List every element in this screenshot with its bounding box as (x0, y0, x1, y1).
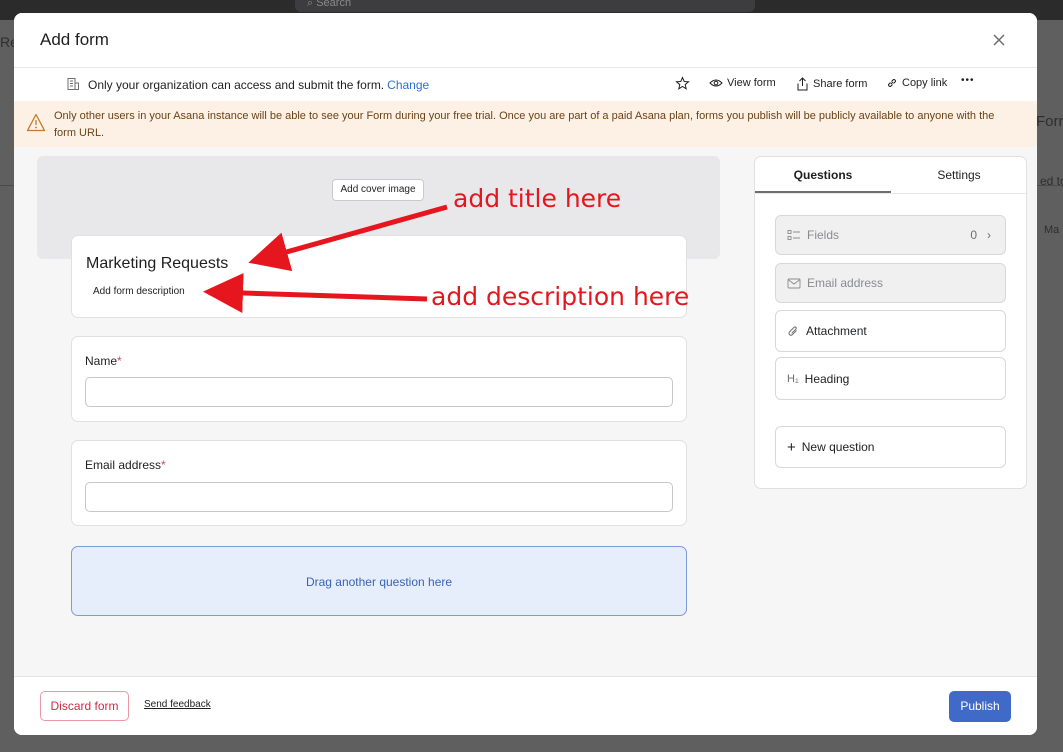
share-form-label: Share form (813, 78, 868, 90)
question-card-name[interactable]: Name* (71, 336, 687, 422)
question-label: Name* (85, 354, 122, 368)
fields-item[interactable]: Fields 0 › (775, 215, 1006, 255)
modal-header: Add form (14, 13, 1037, 67)
annotation-title-note: add title here (453, 184, 622, 213)
warning-text: Only other users in your Asana instance … (54, 110, 995, 139)
copy-link-button[interactable]: Copy link (886, 77, 947, 89)
background-divider (0, 185, 14, 186)
paperclip-icon (788, 325, 797, 336)
question-label-text: Email address (85, 458, 162, 472)
fields-label: Fields (807, 228, 840, 242)
close-button[interactable] (987, 28, 1011, 52)
email-address-label: Email address (807, 276, 884, 290)
email-answer-field[interactable] (85, 482, 673, 512)
envelope-icon (787, 278, 801, 288)
required-mark: * (161, 458, 166, 472)
view-form-button[interactable]: View form (709, 77, 776, 89)
question-card-email[interactable]: Email address* (71, 440, 687, 526)
chevron-right-icon: › (987, 228, 991, 242)
add-form-modal: Add form Only your organization can acce… (14, 13, 1037, 735)
share-icon (797, 77, 808, 91)
link-icon (888, 79, 896, 87)
trial-warning-banner: Only other users in your Asana instance … (14, 101, 1037, 147)
view-form-label: View form (727, 77, 776, 89)
required-mark: * (117, 354, 122, 368)
attachment-label: Attachment (806, 324, 867, 338)
form-description-input[interactable]: Add form description (93, 286, 185, 297)
share-form-button[interactable]: Share form (796, 77, 867, 91)
new-question-button[interactable]: + New question (775, 426, 1006, 468)
question-label: Email address* (85, 458, 166, 472)
close-icon (993, 34, 1005, 46)
background-divider (1037, 185, 1063, 186)
background-search-placeholder: Search (316, 0, 352, 9)
new-question-label: New question (801, 440, 875, 454)
background-search-bar: ⌕ Search (295, 0, 755, 12)
star-icon (675, 76, 690, 90)
email-address-item[interactable]: Email address (775, 263, 1006, 303)
building-icon (67, 78, 79, 90)
dropzone-label: Drag another question here (305, 575, 453, 589)
heading-item[interactable]: H₁ Heading (775, 357, 1006, 400)
question-label-text: Name (85, 354, 118, 368)
add-cover-image-button[interactable]: Add cover image (332, 179, 424, 201)
plus-icon: + (787, 438, 796, 456)
tab-divider (755, 193, 1026, 194)
heading-icon: H₁ (787, 372, 799, 385)
favorite-button[interactable] (675, 76, 690, 91)
change-access-link[interactable]: Change (387, 78, 429, 92)
modal-footer: Discard form Send feedback Publish (14, 676, 1037, 735)
modal-title: Add form (40, 30, 109, 49)
heading-label: Heading (804, 371, 850, 386)
access-description: Only your organization can access and su… (88, 78, 429, 92)
fields-count: 0 › (970, 228, 991, 242)
fields-count-value: 0 (970, 228, 977, 242)
annotation-description-note: add description here (431, 282, 690, 311)
tab-settings[interactable]: Settings (891, 157, 1027, 193)
list-icon (787, 230, 800, 240)
more-options-button[interactable]: ••• (961, 75, 975, 86)
eye-icon (709, 79, 723, 87)
publish-button[interactable]: Publish (949, 691, 1011, 722)
tab-questions[interactable]: Questions (755, 157, 891, 193)
discard-form-button[interactable]: Discard form (40, 691, 129, 721)
question-dropzone[interactable]: Drag another question here (71, 546, 687, 616)
copy-link-label: Copy link (902, 77, 948, 89)
form-title[interactable]: Marketing Requests (86, 255, 228, 273)
send-feedback-link[interactable]: Send feedback (144, 699, 211, 710)
more-icon: ••• (961, 75, 975, 86)
access-text: Only your organization can access and su… (88, 78, 385, 92)
attachment-item[interactable]: Attachment (775, 310, 1006, 352)
access-bar: Only your organization can access and su… (14, 67, 1037, 101)
warning-icon (26, 113, 46, 132)
form-builder-panel: Questions Settings Fields 0 › Email addre… (754, 156, 1027, 489)
background-right-text-1: Forr (1036, 113, 1063, 130)
name-answer-field[interactable] (85, 377, 673, 407)
background-right-text-3: Ma (1044, 224, 1060, 236)
